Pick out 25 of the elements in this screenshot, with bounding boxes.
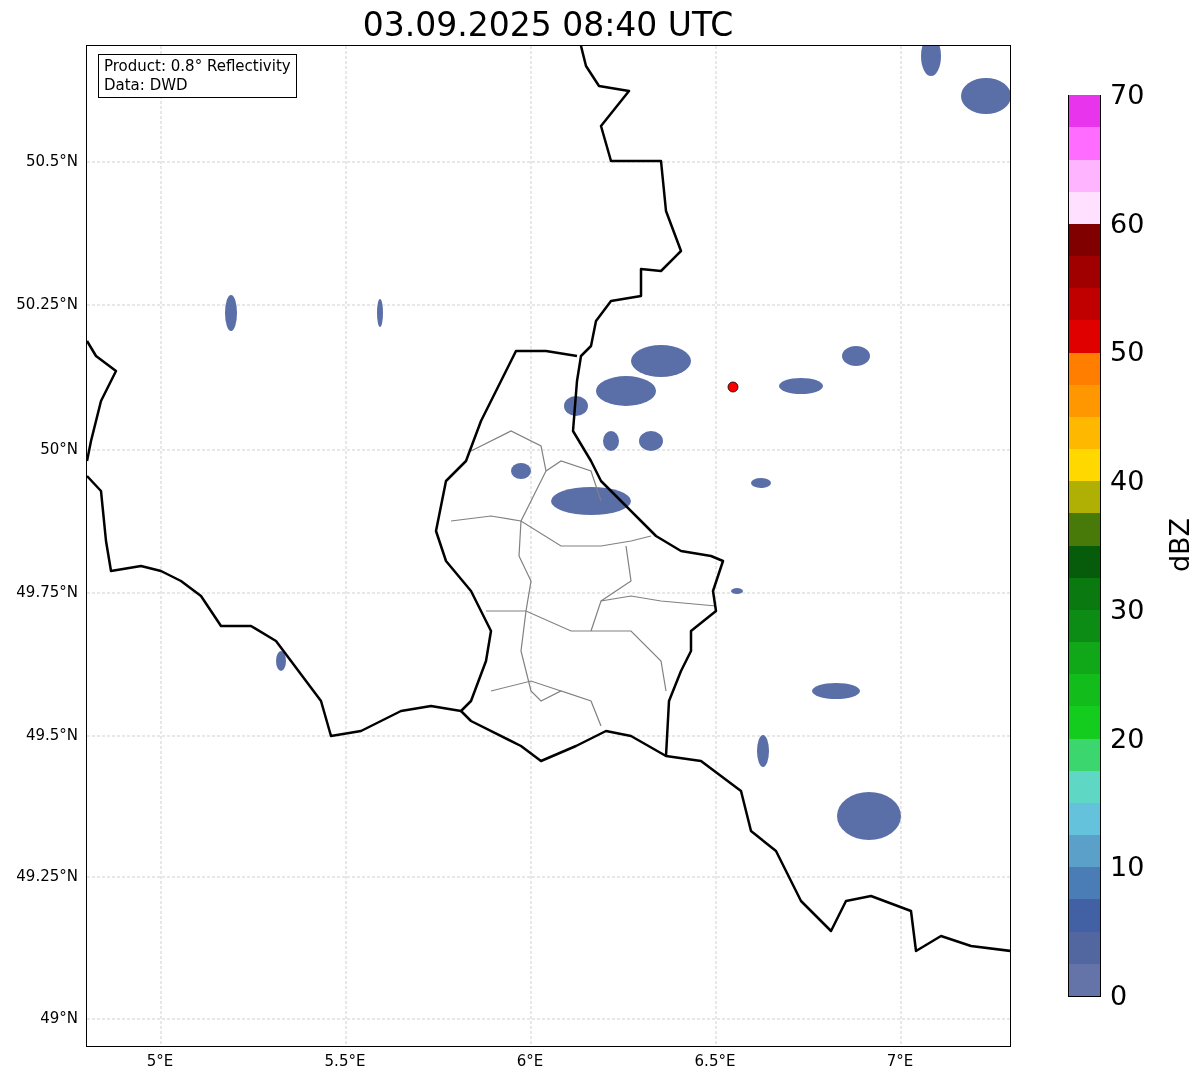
colorbar-tick-label: 20: [1110, 723, 1145, 754]
colorbar-tick-label: 50: [1110, 337, 1145, 368]
colorbar-tick-label: 40: [1110, 466, 1145, 497]
colorbar-tick-label: 10: [1110, 852, 1145, 883]
longitude-label: 6°E: [515, 1052, 545, 1070]
longitude-label: 5.5°E: [323, 1052, 367, 1070]
colorbar-tick-label: 60: [1110, 208, 1145, 239]
longitude-label: 5°E: [145, 1052, 175, 1070]
latitude-label: 49.75°N: [15, 583, 78, 601]
longitude-label: 6.5°E: [693, 1052, 737, 1070]
latitude-label: 49.5°N: [24, 726, 78, 744]
latitude-label: 50.25°N: [15, 295, 78, 313]
info-text: Product: 0.8° Reflectivity: [104, 57, 291, 76]
chart-title: 03.09.2025 08:40 UTC: [361, 4, 735, 46]
radar-site-marker: [727, 381, 739, 393]
colorbar-tick-label: 70: [1110, 80, 1145, 110]
latitude-label: 49°N: [39, 1009, 78, 1027]
colorbar-label: dBZ: [1163, 516, 1196, 575]
latitude-label: 49.25°N: [15, 867, 78, 885]
colorbar-tick-label: 0: [1110, 981, 1128, 1011]
latitude-label: 50°N: [39, 440, 78, 458]
colorbar-tick-label: 30: [1110, 594, 1145, 625]
latitude-label: 50.5°N: [24, 152, 78, 170]
info-text: Data: DWD: [104, 76, 189, 95]
longitude-label: 7°E: [885, 1052, 915, 1070]
